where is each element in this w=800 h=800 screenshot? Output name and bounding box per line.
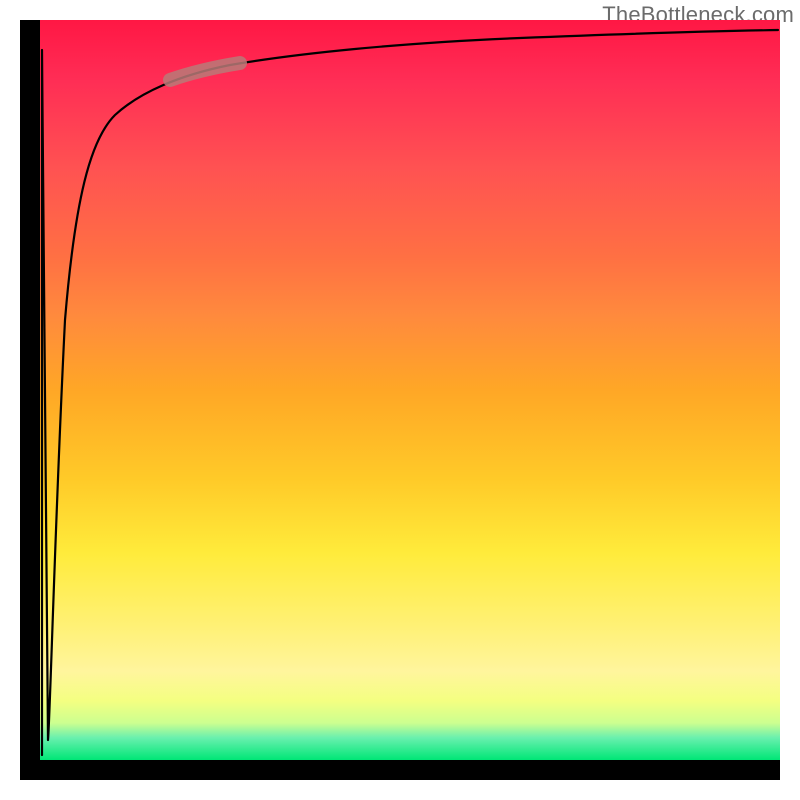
plot-area: [20, 20, 780, 780]
chart-canvas: TheBottleneck.com: [0, 0, 800, 800]
